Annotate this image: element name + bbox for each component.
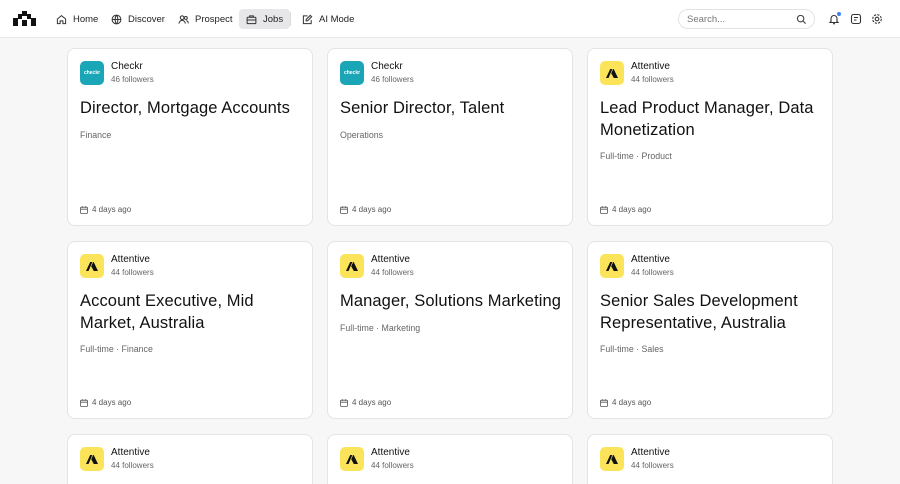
ai-edit-icon — [302, 14, 313, 24]
posted-date-label: 4 days ago — [352, 398, 392, 407]
posted-date: 4 days ago — [600, 398, 651, 407]
company-name[interactable]: Checkr — [371, 61, 403, 72]
posted-date: 4 days ago — [340, 205, 391, 214]
attentive-logo-icon — [606, 261, 618, 271]
company-name[interactable]: Attentive — [631, 61, 670, 72]
attentive-logo-icon — [346, 261, 358, 271]
follower-count: 44 followers — [371, 268, 414, 277]
follower-count: 44 followers — [631, 268, 674, 277]
follower-count: 46 followers — [111, 75, 154, 84]
job-title[interactable]: Lead Product Manager, Data Monetization — [600, 98, 826, 141]
calendar-icon — [340, 205, 348, 214]
nav-ai-mode-label: AI Mode — [319, 13, 355, 25]
posted-date-label: 4 days ago — [92, 398, 132, 407]
job-meta: Full-time · Marketing — [340, 323, 421, 333]
job-title[interactable]: Account Executive, Mid Market, Australia — [80, 291, 306, 334]
briefcase-icon — [246, 14, 257, 24]
messages-icon[interactable] — [850, 13, 862, 25]
calendar-icon — [600, 205, 608, 214]
nav-discover[interactable]: Discover — [104, 9, 172, 29]
follower-count: 44 followers — [631, 75, 674, 84]
company-logo — [600, 447, 624, 471]
job-title[interactable]: Director, Mortgage Accounts — [80, 98, 306, 120]
company-logo: checkr — [340, 61, 364, 85]
job-card[interactable]: Attentive 44 followers Senior Sales Deve… — [587, 241, 833, 419]
company-name[interactable]: Attentive — [371, 254, 410, 265]
attentive-logo-icon — [606, 454, 618, 464]
posted-date-label: 4 days ago — [92, 205, 132, 214]
job-card[interactable]: Attentive 44 followers Account Executive… — [67, 241, 313, 419]
attentive-logo-icon — [346, 454, 358, 464]
nav-prospect-label: Prospect — [195, 13, 233, 25]
attentive-logo-icon — [606, 68, 618, 78]
search-box[interactable] — [678, 9, 815, 29]
calendar-icon — [600, 398, 608, 407]
company-name[interactable]: Checkr — [111, 61, 143, 72]
notification-dot — [837, 12, 841, 16]
attentive-logo-icon — [86, 261, 98, 271]
follower-count: 44 followers — [111, 461, 154, 470]
job-card[interactable]: Attentive 44 followers Lead Product Mana… — [587, 48, 833, 226]
company-logo — [340, 447, 364, 471]
posted-date-label: 4 days ago — [352, 205, 392, 214]
nav-divider — [290, 12, 291, 26]
follower-count: 44 followers — [371, 461, 414, 470]
calendar-icon — [80, 205, 88, 214]
nav-jobs[interactable]: Jobs — [239, 9, 291, 29]
users-icon — [178, 14, 189, 24]
job-card[interactable]: checkr Checkr 46 followers Director, Mor… — [67, 48, 313, 226]
job-meta: Full-time · Finance — [80, 344, 153, 354]
nav-home-label: Home — [73, 13, 99, 25]
nav-home[interactable]: Home — [49, 9, 105, 29]
job-meta: Finance — [80, 130, 112, 140]
calendar-icon — [340, 398, 348, 407]
job-card[interactable]: Attentive 44 followers Manager, Solution… — [327, 241, 573, 419]
job-card[interactable]: Attentive 44 followers — [587, 434, 833, 484]
company-name[interactable]: Attentive — [631, 447, 670, 458]
company-logo — [80, 254, 104, 278]
company-logo — [80, 447, 104, 471]
search-input[interactable] — [687, 13, 792, 26]
job-card[interactable]: Attentive 44 followers — [327, 434, 573, 484]
posted-date: 4 days ago — [80, 205, 131, 214]
posted-date: 4 days ago — [600, 205, 651, 214]
nav-ai-mode[interactable]: AI Mode — [295, 9, 361, 29]
posted-date-label: 4 days ago — [612, 205, 652, 214]
posted-date-label: 4 days ago — [612, 398, 652, 407]
job-meta: Full-time · Sales — [600, 344, 664, 354]
company-logo — [340, 254, 364, 278]
company-name[interactable]: Attentive — [631, 254, 670, 265]
job-meta: Operations — [340, 130, 384, 140]
job-title[interactable]: Senior Sales Development Representative,… — [600, 291, 826, 334]
company-logo — [600, 61, 624, 85]
globe-icon — [111, 14, 122, 24]
job-card[interactable]: Attentive 44 followers — [67, 434, 313, 484]
search-icon[interactable] — [796, 14, 807, 25]
company-name[interactable]: Attentive — [111, 254, 150, 265]
attentive-logo-icon — [86, 454, 98, 464]
company-logo: checkr — [80, 61, 104, 85]
follower-count: 44 followers — [111, 268, 154, 277]
job-title[interactable]: Senior Director, Talent — [340, 98, 566, 120]
nav-jobs-label: Jobs — [263, 13, 284, 25]
posted-date: 4 days ago — [80, 398, 131, 407]
follower-count: 44 followers — [631, 461, 674, 470]
job-title[interactable]: Manager, Solutions Marketing — [340, 291, 566, 313]
top-navigation-bar: Home Discover Prospect Jobs AI Mode — [0, 0, 900, 38]
job-meta: Full-time · Product — [600, 151, 672, 161]
settings-icon[interactable] — [871, 13, 883, 25]
company-logo — [600, 254, 624, 278]
calendar-icon — [80, 398, 88, 407]
company-name[interactable]: Attentive — [111, 447, 150, 458]
posted-date: 4 days ago — [340, 398, 391, 407]
follower-count: 46 followers — [371, 75, 414, 84]
company-name[interactable]: Attentive — [371, 447, 410, 458]
app-logo[interactable] — [13, 11, 36, 26]
nav-discover-label: Discover — [128, 13, 165, 25]
job-card[interactable]: checkr Checkr 46 followers Senior Direct… — [327, 48, 573, 226]
nav-prospect[interactable]: Prospect — [171, 9, 240, 29]
home-icon — [56, 14, 67, 24]
